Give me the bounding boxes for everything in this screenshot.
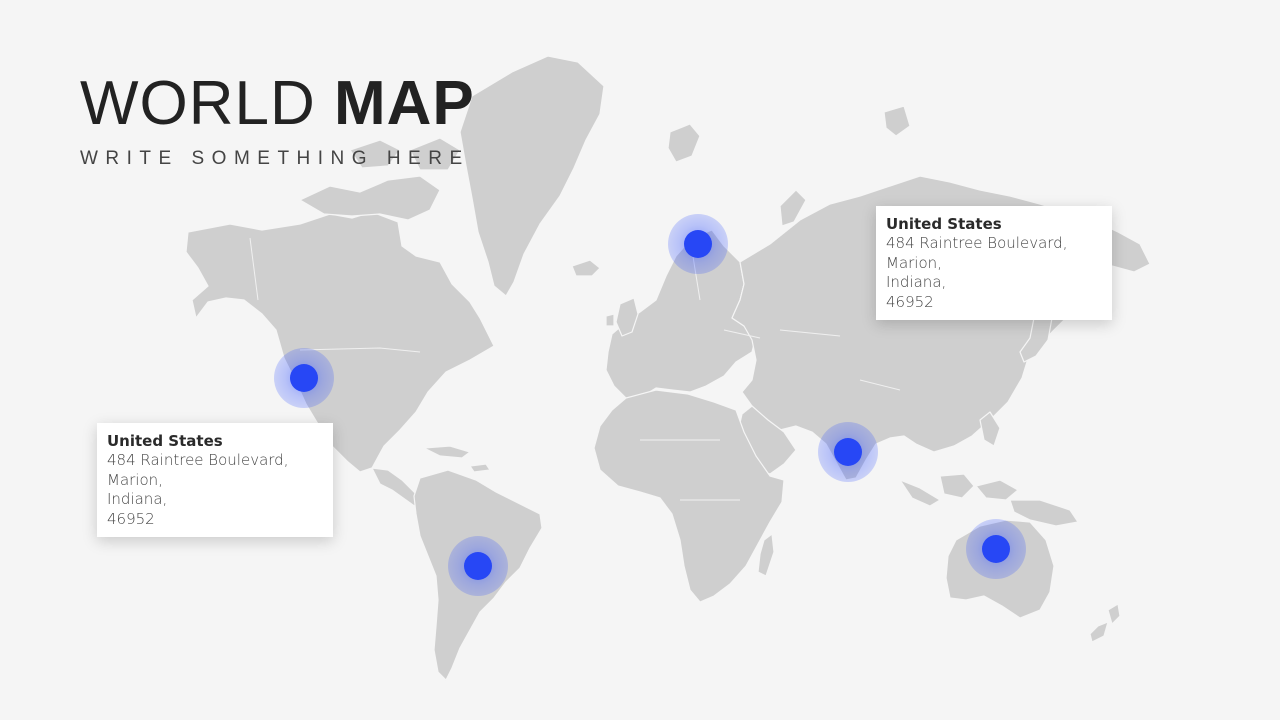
- title-light: WORLD: [80, 69, 316, 138]
- title-bold: MAP: [334, 69, 475, 138]
- pin-south-america[interactable]: [448, 536, 508, 596]
- pin-dot: [982, 535, 1010, 563]
- card-address-street: 484 Raintree Boulevard,: [107, 451, 289, 469]
- pin-dot: [834, 438, 862, 466]
- card-address-city: Marion,: [886, 253, 942, 272]
- pin-dot: [290, 364, 318, 392]
- card-address-state: Indiana,: [107, 490, 168, 508]
- page-subtitle: WRITE SOMETHING HERE: [80, 148, 470, 169]
- title-block: WORLD MAP WRITE SOMETHING HERE: [80, 68, 600, 170]
- card-title: United States: [107, 432, 223, 450]
- card-address-state: Indiana,: [886, 273, 947, 291]
- card-address-zip: 46952: [107, 509, 155, 528]
- pin-dot: [464, 552, 492, 580]
- pin-australia[interactable]: [966, 519, 1026, 579]
- iceland-landmass: [571, 259, 601, 277]
- card-title: United States: [886, 215, 1002, 233]
- new-zealand-landmass: [1089, 603, 1121, 643]
- pin-dot: [684, 230, 712, 258]
- card-address-city: Marion,: [107, 470, 163, 489]
- address-card-left: United States 484 Raintree Boulevard, Ma…: [97, 423, 333, 537]
- caribbean-landmass: [423, 445, 491, 473]
- card-address-zip: 46952: [886, 292, 934, 311]
- pin-scandinavia[interactable]: [668, 214, 728, 274]
- page-title: WORLD MAP: [80, 68, 600, 140]
- pin-west-coast-north-america[interactable]: [274, 348, 334, 408]
- card-address-street: 484 Raintree Boulevard,: [886, 234, 1068, 252]
- pin-india[interactable]: [818, 422, 878, 482]
- address-card-right: United States 484 Raintree Boulevard, Ma…: [876, 206, 1112, 320]
